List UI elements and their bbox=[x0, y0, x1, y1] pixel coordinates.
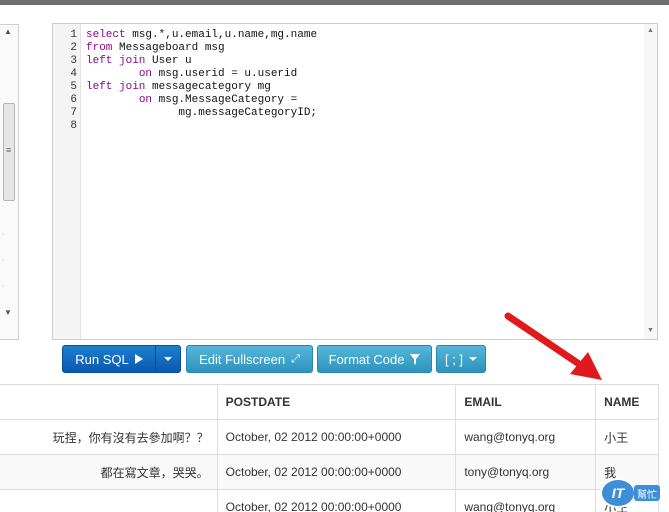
cell-name: 小王 bbox=[595, 419, 659, 455]
tick-mark: · bbox=[2, 283, 5, 290]
line-number: 5 bbox=[70, 81, 77, 93]
schema-panel: ▲ ≡ · · · · ▼ bbox=[0, 24, 19, 340]
schema-scrollbar-thumb[interactable]: ≡ bbox=[3, 103, 15, 201]
edit-fullscreen-label: Edit Fullscreen bbox=[199, 351, 286, 367]
column-header-email[interactable]: EMAIL bbox=[455, 384, 597, 420]
scroll-up-arrow-icon[interactable]: ▲ bbox=[4, 27, 12, 36]
run-sql-button[interactable]: Run SQL bbox=[62, 345, 156, 373]
tick-mark: · bbox=[2, 203, 5, 210]
separator-label: [ ; ] bbox=[444, 351, 464, 367]
code-line: from Messageboard msg bbox=[86, 42, 225, 54]
table-row: October, 02 2012 00:00:00+0000 wang@tony… bbox=[0, 489, 659, 512]
cell-message bbox=[0, 489, 218, 512]
line-number: 2 bbox=[70, 42, 77, 54]
tick-mark: · bbox=[2, 257, 5, 264]
line-numbers: 1 2 3 4 5 6 7 8 bbox=[53, 29, 77, 133]
watermark-logo: IT 幫忙 bbox=[600, 478, 662, 508]
code-line: on msg.userid = u.userid bbox=[138, 68, 298, 80]
cell-email: wang@tonyq.org bbox=[455, 419, 597, 455]
column-header-message[interactable] bbox=[0, 384, 218, 420]
cell-email: tony@tonyq.org bbox=[455, 454, 597, 490]
code-line: left join messagecategory mg bbox=[86, 81, 271, 93]
line-number: 6 bbox=[70, 94, 77, 106]
scroll-up-arrow-icon[interactable]: ▲ bbox=[647, 27, 654, 34]
filter-icon bbox=[410, 353, 421, 365]
sql-code[interactable]: select msg.*,u.email,u.name,mg.name from … bbox=[86, 29, 317, 133]
table-row: 都在寫文章，哭哭。 October, 02 2012 00:00:00+0000… bbox=[0, 454, 659, 490]
column-header-name[interactable]: NAME bbox=[595, 384, 659, 420]
code-line: select msg.*,u.email,u.name,mg.name bbox=[86, 29, 318, 41]
cell-message: 玩捏，你有沒有去參加啊？？ bbox=[0, 419, 218, 455]
code-line: on msg.MessageCategory = bbox=[138, 94, 298, 106]
run-options-dropdown[interactable] bbox=[155, 345, 181, 373]
cell-postdate: October, 02 2012 00:00:00+0000 bbox=[216, 419, 457, 455]
play-icon bbox=[134, 354, 143, 364]
edit-fullscreen-button[interactable]: Edit Fullscreen ⤢ bbox=[186, 345, 313, 373]
editor-scrollbar[interactable]: ▲ ▼ bbox=[644, 24, 657, 339]
tick-mark: · bbox=[2, 231, 5, 238]
column-header-postdate[interactable]: POSTDATE bbox=[216, 384, 457, 420]
statement-separator-dropdown[interactable]: [ ; ] bbox=[436, 345, 486, 373]
line-number-gutter: 1 2 3 4 5 6 7 8 bbox=[53, 24, 81, 339]
line-number: 1 bbox=[70, 29, 77, 41]
scroll-down-arrow-icon[interactable]: ▼ bbox=[4, 308, 12, 317]
code-line: mg.messageCategoryID; bbox=[86, 107, 318, 119]
logo-label: 幫忙 bbox=[634, 485, 660, 501]
code-line: left join User u bbox=[86, 55, 192, 67]
format-code-label: Format Code bbox=[328, 351, 405, 367]
grip-icon: ≡ bbox=[6, 145, 12, 155]
line-number: 7 bbox=[70, 107, 77, 119]
chevron-down-icon bbox=[469, 357, 478, 361]
line-number: 3 bbox=[70, 55, 77, 67]
cell-postdate: October, 02 2012 00:00:00+0000 bbox=[216, 454, 457, 490]
sql-editor[interactable]: 1 2 3 4 5 6 7 8 select msg.*,u.email,u.n… bbox=[52, 23, 658, 340]
cell-email: wang@tonyq.org bbox=[455, 489, 597, 512]
line-number: 8 bbox=[70, 120, 77, 132]
cell-message: 都在寫文章，哭哭。 bbox=[0, 454, 218, 490]
format-code-button[interactable]: Format Code bbox=[317, 345, 432, 373]
table-header-row: POSTDATE EMAIL NAME bbox=[0, 384, 659, 420]
table-row: 玩捏，你有沒有去參加啊？？ October, 02 2012 00:00:00+… bbox=[0, 419, 659, 455]
window-top-bar bbox=[0, 0, 669, 5]
cell-postdate: October, 02 2012 00:00:00+0000 bbox=[216, 489, 457, 512]
scroll-down-arrow-icon[interactable]: ▼ bbox=[647, 327, 654, 334]
chevron-down-icon bbox=[164, 357, 172, 361]
line-number: 4 bbox=[70, 68, 77, 80]
annotation-arrow-icon bbox=[504, 312, 602, 380]
results-table: POSTDATE EMAIL NAME 玩捏，你有沒有去參加啊？？ Octobe… bbox=[0, 384, 659, 512]
run-sql-label: Run SQL bbox=[75, 351, 129, 367]
expand-icon: ⤢ bbox=[291, 352, 300, 365]
logo-mark: IT bbox=[600, 478, 636, 508]
